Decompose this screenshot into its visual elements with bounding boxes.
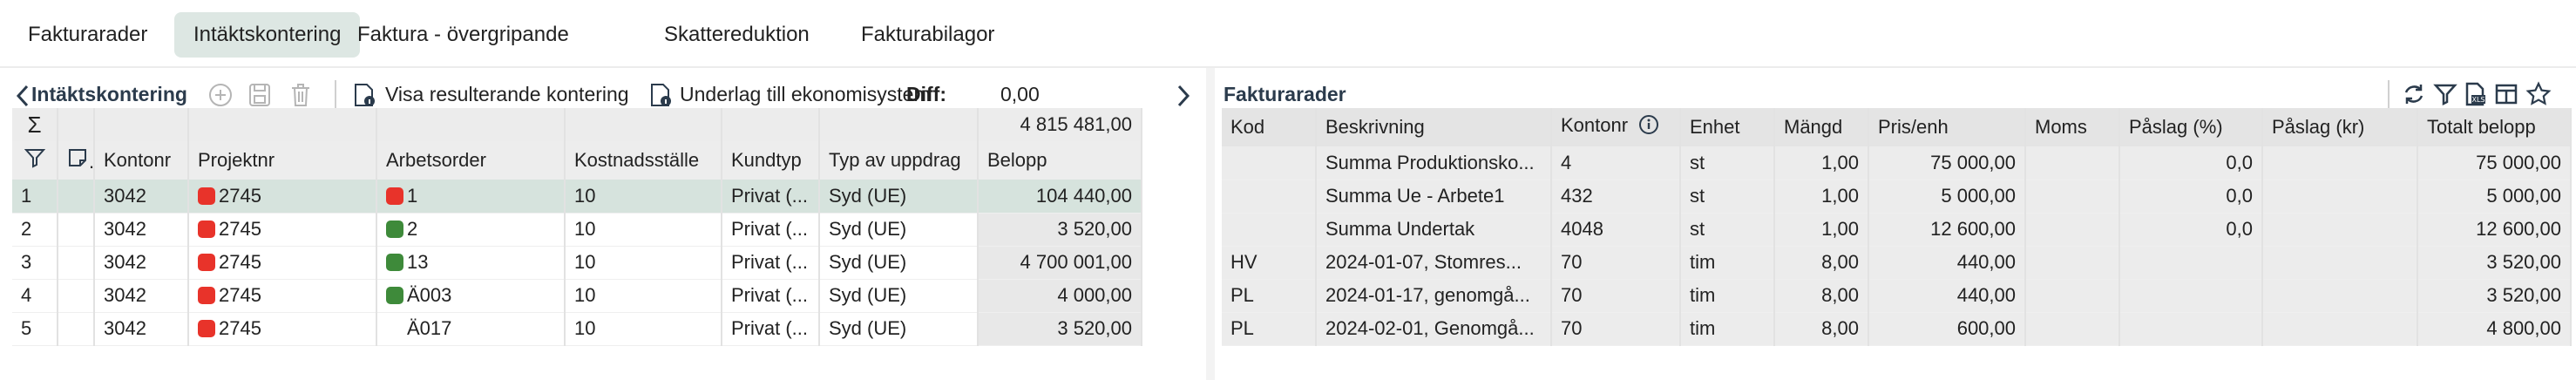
col-kontonr[interactable]: Kontonr	[1551, 108, 1681, 146]
col-projektnr[interactable]: Projektnr	[188, 141, 377, 180]
panel-title: Fakturarader	[1224, 83, 1346, 105]
col-arbetsorder[interactable]: Arbetsorder	[376, 141, 566, 180]
col-mangd[interactable]: Mängd	[1774, 108, 1869, 146]
status-dot	[386, 254, 403, 271]
columns-icon[interactable]	[2494, 82, 2518, 106]
col-paslag-procent[interactable]: Påslag (%)	[2119, 108, 2263, 146]
col-belopp[interactable]: Belopp	[978, 141, 1142, 180]
tab-skattereduktion[interactable]: Skattereduktion	[645, 12, 829, 58]
status-dot	[198, 221, 215, 238]
table-row[interactable]: Summa Undertak 4048st 1,00 12 600,00 0,0 12 6…	[1222, 213, 2572, 247]
tab-intaktskontering[interactable]: Intäktskontering	[174, 12, 361, 58]
intaktskontering-panel: Intäktskontering Visa resulterande konte…	[0, 68, 1206, 380]
document-info-icon-2	[648, 82, 673, 108]
table-row[interactable]: 2 3042 2745 2 10 Privat (... Syd (UE) 3 …	[12, 213, 1142, 247]
diff-value: 0,00	[1000, 83, 1040, 105]
status-dot	[198, 287, 215, 304]
status-dot	[198, 187, 215, 205]
panel-divider[interactable]	[1206, 68, 1215, 380]
table-row[interactable]: PL 2024-01-17, genomgå... 70 tim 8,00 440,00 3…	[1222, 279, 2572, 313]
col-beskrivning[interactable]: Beskrivning	[1316, 108, 1552, 146]
star-icon[interactable]	[2525, 81, 2552, 107]
sigma-icon: Σ	[12, 108, 58, 141]
intaktskontering-table: Σ 4 815 481,00 Kontonr Projektnr Arbetso…	[12, 108, 1142, 346]
sum-row: Σ 4 815 481,00	[12, 108, 1142, 141]
tab-fakturabilagor[interactable]: Fakturabilagor	[842, 12, 1013, 58]
chevron-left-icon[interactable]	[16, 84, 30, 108]
table-row[interactable]: 4 3042 2745 Ä003 10 Privat (... Syd (UE)…	[12, 279, 1142, 313]
toolbar-divider	[2388, 80, 2390, 108]
table-row[interactable]: PL 2024-02-01, Genomgå... 70 tim 8,00 600,00 4…	[1222, 312, 2572, 346]
fakturarader-table: Kod Beskrivning Kontonr Enhet Mängd Pris…	[1222, 108, 2572, 346]
filter-icon[interactable]	[2433, 82, 2457, 106]
add-icon[interactable]	[207, 82, 234, 108]
show-result-button[interactable]: Visa resulterande kontering	[385, 82, 629, 106]
col-paslag-kr[interactable]: Påslag (kr)	[2262, 108, 2418, 146]
info-icon[interactable]	[1638, 114, 1659, 140]
diff-label: Diff:	[906, 83, 946, 105]
table-row[interactable]: HV 2024-01-07, Stomres... 70 tim 8,00 440,00 3…	[1222, 246, 2572, 280]
chevron-right-icon[interactable]	[1176, 84, 1190, 108]
col-kontonr[interactable]: Kontonr	[94, 141, 189, 180]
col-pris-enh[interactable]: Pris/enh	[1868, 108, 2026, 146]
col-kundtyp[interactable]: Kundtyp	[722, 141, 820, 180]
col-typ-av-uppdrag[interactable]: Typ av uppdrag	[819, 141, 979, 180]
svg-text:XLS: XLS	[2471, 96, 2484, 104]
note-icon[interactable]	[58, 141, 95, 180]
status-dot	[386, 221, 403, 238]
basis-button[interactable]: Underlag till ekonomisystem	[680, 82, 931, 106]
col-kostnadsstalle[interactable]: Kostnadsställe	[565, 141, 722, 180]
col-kod[interactable]: Kod	[1222, 108, 1317, 146]
col-enhet[interactable]: Enhet	[1680, 108, 1775, 146]
tab-faktura-overgripande[interactable]: Faktura - övergripande	[338, 12, 588, 58]
refresh-icon[interactable]	[2402, 82, 2426, 106]
excel-export-icon[interactable]: XLS	[2463, 82, 2487, 106]
status-dot	[386, 187, 403, 205]
table-row[interactable]: Summa Produktionsko... 4st 1,00 75 000,00 0,…	[1222, 146, 2572, 180]
save-icon[interactable]	[247, 82, 272, 108]
status-dot	[198, 320, 215, 337]
table-row[interactable]: Summa Ue - Arbete1 432st 1,00 5 000,00 0,0 5 …	[1222, 180, 2572, 214]
col-moms[interactable]: Moms	[2025, 108, 2120, 146]
table-row[interactable]: 5 3042 2745 Ä017 10 Privat (... Syd (UE)…	[12, 312, 1142, 346]
sum-total: 4 815 481,00	[978, 108, 1142, 141]
status-dot	[386, 287, 403, 304]
fakturarader-panel: Fakturarader XLS Kod Beskrivning Kontonr	[1215, 68, 2576, 380]
table-row[interactable]: 1 3042 2745 1 10 Privat (... Syd (UE) 10…	[12, 180, 1142, 214]
status-dot	[198, 254, 215, 271]
col-totalt-belopp[interactable]: Totalt belopp	[2417, 108, 2572, 146]
filter-icon[interactable]	[12, 141, 58, 180]
header-row: Kod Beskrivning Kontonr Enhet Mängd Pris…	[1222, 108, 2572, 146]
tab-fakturarader[interactable]: Fakturarader	[9, 12, 166, 58]
document-info-icon	[352, 82, 376, 108]
toolbar-divider	[335, 80, 336, 108]
trash-icon[interactable]	[289, 82, 312, 108]
table-row[interactable]: 3 3042 2745 13 10 Privat (... Syd (UE) 4…	[12, 246, 1142, 280]
panel-title: Intäktskontering	[31, 83, 187, 105]
top-tab-bar: Fakturarader Intäktskontering Faktura - …	[0, 0, 2576, 68]
header-row: Kontonr Projektnr Arbetsorder Kostnadsst…	[12, 141, 1142, 180]
